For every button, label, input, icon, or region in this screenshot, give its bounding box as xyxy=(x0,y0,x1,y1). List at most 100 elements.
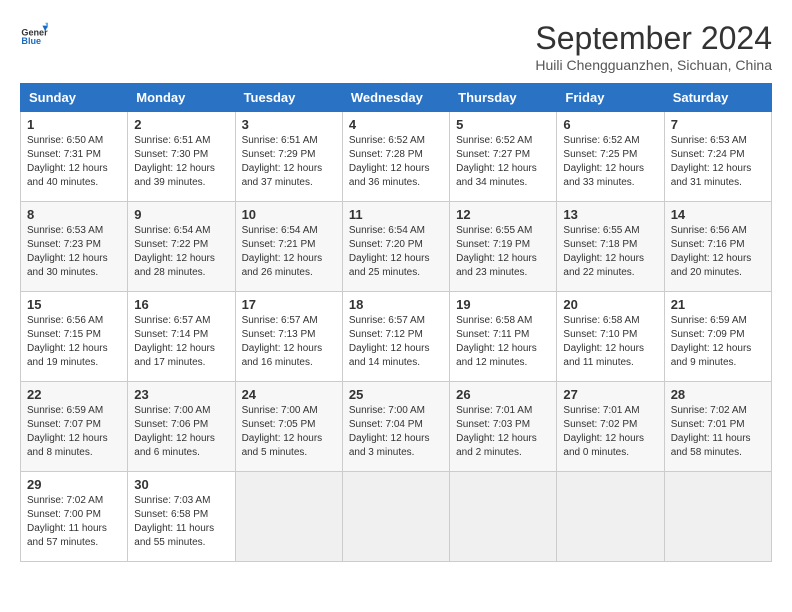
calendar-week-row: 22Sunrise: 6:59 AMSunset: 7:07 PMDayligh… xyxy=(21,382,772,472)
table-row: 30 Sunrise: 7:03 AMSunset: 6:58 PMDayligh… xyxy=(128,472,235,562)
cell-details: Sunrise: 6:56 AMSunset: 7:16 PMDaylight:… xyxy=(671,224,765,280)
location: Huili Chengguanzhen, Sichuan, China xyxy=(535,57,772,73)
day-number: 25 xyxy=(349,387,443,402)
table-row xyxy=(557,472,664,562)
cell-details: Sunrise: 6:51 AMSunset: 7:30 PMDaylight:… xyxy=(134,134,228,190)
col-friday: Friday xyxy=(557,84,664,112)
table-row: 8Sunrise: 6:53 AMSunset: 7:23 PMDaylight… xyxy=(21,202,128,292)
table-row: 24 Sunrise: 7:00 AMSunset: 7:05 PMDayligh… xyxy=(235,382,342,472)
day-number: 1 xyxy=(27,117,121,132)
day-number: 30 xyxy=(134,477,228,492)
table-row: 27 Sunrise: 7:01 AMSunset: 7:02 PMDayligh… xyxy=(557,382,664,472)
table-row: 6 Sunrise: 6:52 AMSunset: 7:25 PMDaylight… xyxy=(557,112,664,202)
col-thursday: Thursday xyxy=(450,84,557,112)
calendar-week-row: 8Sunrise: 6:53 AMSunset: 7:23 PMDaylight… xyxy=(21,202,772,292)
cell-details: Sunrise: 6:54 AMSunset: 7:22 PMDaylight:… xyxy=(134,224,228,280)
title-block: September 2024 Huili Chengguanzhen, Sich… xyxy=(535,20,772,73)
day-number: 28 xyxy=(671,387,765,402)
logo-icon: General Blue xyxy=(20,20,48,48)
table-row: 18Sunrise: 6:57 AMSunset: 7:12 PMDayligh… xyxy=(342,292,449,382)
cell-details: Sunrise: 6:58 AMSunset: 7:11 PMDaylight:… xyxy=(456,314,550,370)
month-title: September 2024 xyxy=(535,20,772,57)
table-row: 10Sunrise: 6:54 AMSunset: 7:21 PMDayligh… xyxy=(235,202,342,292)
table-row: 4 Sunrise: 6:52 AMSunset: 7:28 PMDaylight… xyxy=(342,112,449,202)
logo: General Blue xyxy=(20,20,48,48)
table-row: 23 Sunrise: 7:00 AMSunset: 7:06 PMDayligh… xyxy=(128,382,235,472)
table-row: 7 Sunrise: 6:53 AMSunset: 7:24 PMDaylight… xyxy=(664,112,771,202)
table-row: 13Sunrise: 6:55 AMSunset: 7:18 PMDayligh… xyxy=(557,202,664,292)
cell-details: Sunrise: 7:00 AMSunset: 7:04 PMDaylight:… xyxy=(349,404,443,460)
day-number: 6 xyxy=(563,117,657,132)
cell-details: Sunrise: 6:55 AMSunset: 7:19 PMDaylight:… xyxy=(456,224,550,280)
day-number: 26 xyxy=(456,387,550,402)
day-number: 19 xyxy=(456,297,550,312)
calendar-table: Sunday Monday Tuesday Wednesday Thursday… xyxy=(20,83,772,562)
day-number: 12 xyxy=(456,207,550,222)
table-row: 16 Sunrise: 6:57 AMSunset: 7:14 PMDayligh… xyxy=(128,292,235,382)
calendar-week-row: 29Sunrise: 7:02 AMSunset: 7:00 PMDayligh… xyxy=(21,472,772,562)
table-row: 12 Sunrise: 6:55 AMSunset: 7:19 PMDayligh… xyxy=(450,202,557,292)
table-row: 19 Sunrise: 6:58 AMSunset: 7:11 PMDayligh… xyxy=(450,292,557,382)
col-tuesday: Tuesday xyxy=(235,84,342,112)
table-row: 15 Sunrise: 6:56 AMSunset: 7:15 PMDayligh… xyxy=(21,292,128,382)
day-number: 17 xyxy=(242,297,336,312)
day-number: 14 xyxy=(671,207,765,222)
table-row: 17 Sunrise: 6:57 AMSunset: 7:13 PMDayligh… xyxy=(235,292,342,382)
table-row: 20 Sunrise: 6:58 AMSunset: 7:10 PMDayligh… xyxy=(557,292,664,382)
day-number: 16 xyxy=(134,297,228,312)
cell-details: Sunrise: 7:00 AMSunset: 7:05 PMDaylight:… xyxy=(242,404,336,460)
cell-details: Sunrise: 6:50 AMSunset: 7:31 PMDaylight:… xyxy=(27,134,121,190)
day-number: 23 xyxy=(134,387,228,402)
day-number: 7 xyxy=(671,117,765,132)
table-row xyxy=(342,472,449,562)
table-row: 21 Sunrise: 6:59 AMSunset: 7:09 PMDayligh… xyxy=(664,292,771,382)
table-row: 25 Sunrise: 7:00 AMSunset: 7:04 PMDayligh… xyxy=(342,382,449,472)
day-number: 4 xyxy=(349,117,443,132)
svg-text:Blue: Blue xyxy=(21,36,41,46)
table-row: 1 Sunrise: 6:50 AMSunset: 7:31 PMDaylight… xyxy=(21,112,128,202)
day-number: 18 xyxy=(349,297,443,312)
cell-details: Sunrise: 6:56 AMSunset: 7:15 PMDaylight:… xyxy=(27,314,121,370)
day-number: 24 xyxy=(242,387,336,402)
day-number: 15 xyxy=(27,297,121,312)
day-number: 5 xyxy=(456,117,550,132)
table-row: 14 Sunrise: 6:56 AMSunset: 7:16 PMDayligh… xyxy=(664,202,771,292)
calendar-week-row: 15 Sunrise: 6:56 AMSunset: 7:15 PMDayligh… xyxy=(21,292,772,382)
cell-details: Sunrise: 6:59 AMSunset: 7:07 PMDaylight:… xyxy=(27,404,121,460)
cell-details: Sunrise: 6:57 AMSunset: 7:14 PMDaylight:… xyxy=(134,314,228,370)
table-row: 26 Sunrise: 7:01 AMSunset: 7:03 PMDayligh… xyxy=(450,382,557,472)
day-number: 10 xyxy=(242,207,336,222)
cell-details: Sunrise: 6:52 AMSunset: 7:25 PMDaylight:… xyxy=(563,134,657,190)
table-row: 5Sunrise: 6:52 AMSunset: 7:27 PMDaylight… xyxy=(450,112,557,202)
cell-details: Sunrise: 6:51 AMSunset: 7:29 PMDaylight:… xyxy=(242,134,336,190)
col-saturday: Saturday xyxy=(664,84,771,112)
cell-details: Sunrise: 6:57 AMSunset: 7:13 PMDaylight:… xyxy=(242,314,336,370)
table-row: 28Sunrise: 7:02 AMSunset: 7:01 PMDayligh… xyxy=(664,382,771,472)
col-wednesday: Wednesday xyxy=(342,84,449,112)
table-row xyxy=(450,472,557,562)
cell-details: Sunrise: 7:03 AMSunset: 6:58 PMDaylight:… xyxy=(134,494,228,550)
cell-details: Sunrise: 6:59 AMSunset: 7:09 PMDaylight:… xyxy=(671,314,765,370)
cell-details: Sunrise: 6:52 AMSunset: 7:28 PMDaylight:… xyxy=(349,134,443,190)
table-row xyxy=(664,472,771,562)
page-header: General Blue September 2024 Huili Chengg… xyxy=(20,20,772,73)
day-number: 11 xyxy=(349,207,443,222)
cell-details: Sunrise: 6:54 AMSunset: 7:20 PMDaylight:… xyxy=(349,224,443,280)
cell-details: Sunrise: 6:53 AMSunset: 7:24 PMDaylight:… xyxy=(671,134,765,190)
table-row: 11 Sunrise: 6:54 AMSunset: 7:20 PMDayligh… xyxy=(342,202,449,292)
cell-details: Sunrise: 7:01 AMSunset: 7:03 PMDaylight:… xyxy=(456,404,550,460)
calendar-week-row: 1 Sunrise: 6:50 AMSunset: 7:31 PMDaylight… xyxy=(21,112,772,202)
cell-details: Sunrise: 7:00 AMSunset: 7:06 PMDaylight:… xyxy=(134,404,228,460)
cell-details: Sunrise: 7:02 AMSunset: 7:00 PMDaylight:… xyxy=(27,494,121,550)
cell-details: Sunrise: 6:55 AMSunset: 7:18 PMDaylight:… xyxy=(563,224,657,280)
cell-details: Sunrise: 6:53 AMSunset: 7:23 PMDaylight:… xyxy=(27,224,121,280)
day-number: 20 xyxy=(563,297,657,312)
day-number: 3 xyxy=(242,117,336,132)
cell-details: Sunrise: 6:58 AMSunset: 7:10 PMDaylight:… xyxy=(563,314,657,370)
col-sunday: Sunday xyxy=(21,84,128,112)
cell-details: Sunrise: 7:01 AMSunset: 7:02 PMDaylight:… xyxy=(563,404,657,460)
day-number: 9 xyxy=(134,207,228,222)
day-number: 2 xyxy=(134,117,228,132)
day-number: 21 xyxy=(671,297,765,312)
day-number: 27 xyxy=(563,387,657,402)
